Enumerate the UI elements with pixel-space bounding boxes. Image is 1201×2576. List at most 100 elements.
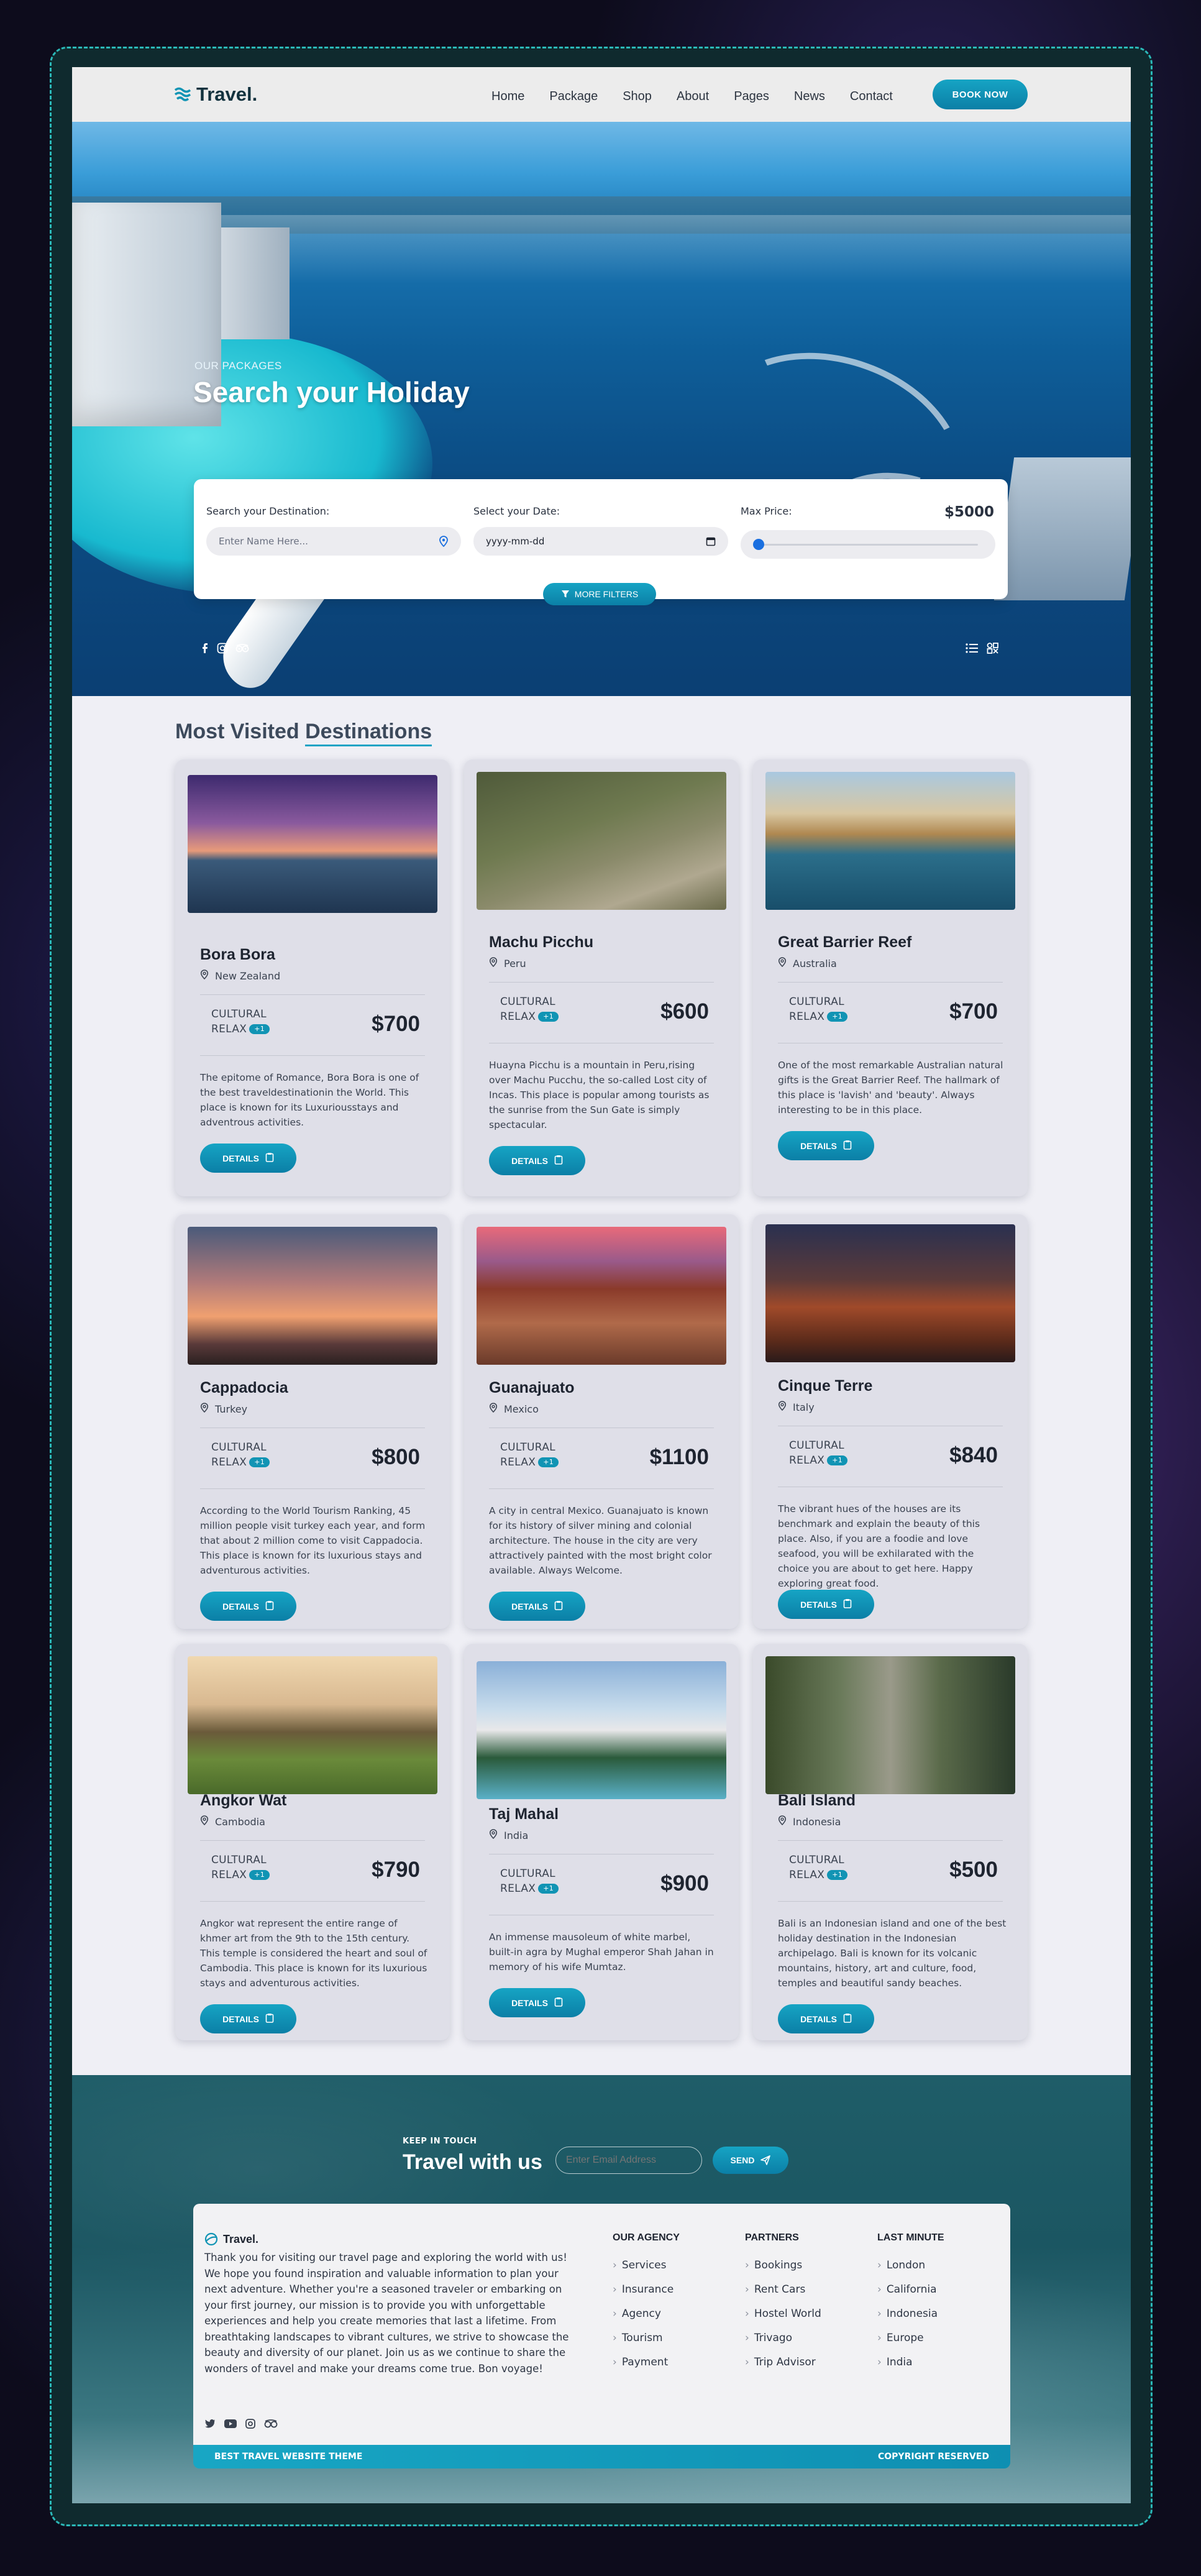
destination-description: According to the World Tourism Ranking, … [200, 1505, 426, 1576]
footer-link[interactable]: Rent Cars [745, 2278, 821, 2302]
destination-price: $900 [660, 1871, 709, 1895]
nav-home[interactable]: Home [479, 86, 537, 107]
footer-link[interactable]: Trip Advisor [745, 2350, 821, 2375]
destination-description: Huayna Picchu is a mountain in Peru,risi… [489, 1060, 710, 1130]
map-pin-icon [200, 1815, 209, 1828]
brand-logo[interactable]: Travel. [174, 83, 257, 106]
destination-image[interactable] [765, 1656, 1015, 1794]
footer-link[interactable]: California [877, 2278, 944, 2302]
email-input[interactable] [555, 2147, 702, 2174]
divider [200, 1901, 425, 1902]
details-button[interactable]: DETAILS [778, 1131, 874, 1160]
details-button[interactable]: DETAILS [489, 1592, 585, 1621]
nav-pages[interactable]: Pages [721, 86, 782, 107]
footer-link[interactable]: Services [613, 2253, 680, 2278]
nav-shop[interactable]: Shop [610, 86, 664, 107]
destination-input[interactable]: Enter Name Here... [206, 527, 461, 556]
destination-placeholder: Enter Name Here... [219, 536, 308, 547]
footer-link[interactable]: Indonesia [877, 2302, 944, 2326]
destination-location: India [489, 1829, 528, 1841]
destination-image[interactable] [477, 1227, 726, 1365]
price-value: $5000 [944, 504, 994, 520]
category-more-badge[interactable]: +1 [538, 1457, 559, 1467]
category-more-badge[interactable]: +1 [249, 1024, 270, 1034]
nav-news[interactable]: News [782, 86, 838, 107]
map-pin-icon [778, 957, 787, 969]
category-more-badge[interactable]: +1 [538, 1884, 559, 1894]
destination-price: $1100 [649, 1445, 709, 1469]
details-button[interactable]: DETAILS [778, 1590, 874, 1619]
destination-image[interactable] [477, 1661, 726, 1799]
destination-image[interactable] [188, 775, 437, 913]
footer-link[interactable]: Trivago [745, 2326, 821, 2350]
details-button[interactable]: DETAILS [778, 2004, 874, 2033]
category-relax: RELAX [500, 1011, 536, 1023]
footer-link[interactable]: Tourism [613, 2326, 680, 2350]
globe-logo-icon [204, 2232, 218, 2246]
section-title-prefix: Most Visited [175, 720, 306, 743]
category-more-badge[interactable]: +1 [249, 1457, 270, 1467]
clipboard-icon [554, 1600, 563, 1612]
book-now-button[interactable]: BOOK NOW [933, 80, 1028, 109]
destination-card: Bora Bora New Zealand CULTURAL RELAX +1 $700 T… [175, 759, 450, 1196]
nav-about[interactable]: About [664, 86, 721, 107]
destination-image[interactable] [477, 772, 726, 910]
price-slider[interactable] [741, 530, 995, 559]
destination-image[interactable] [765, 772, 1015, 910]
destination-field-group: Search your Destination: Enter Name Here… [206, 505, 461, 556]
category-more-badge[interactable]: +1 [538, 1012, 559, 1022]
nav-contact[interactable]: Contact [838, 86, 905, 107]
slider-thumb[interactable] [753, 539, 764, 550]
footer-link[interactable]: London [877, 2253, 944, 2278]
more-filters-button[interactable]: MORE FILTERS [543, 583, 656, 605]
details-button[interactable]: DETAILS [489, 1988, 585, 2017]
footer-link[interactable]: Insurance [613, 2278, 680, 2302]
details-button[interactable]: DETAILS [200, 1144, 296, 1173]
calendar-icon [706, 537, 716, 546]
filter-icon [561, 590, 569, 598]
instagram-icon[interactable] [245, 2419, 255, 2431]
date-input[interactable]: yyyy-mm-dd [473, 527, 728, 556]
footer-link[interactable]: Europe [877, 2326, 944, 2350]
paper-plane-icon [760, 2155, 771, 2165]
destination-location: New Zealand [200, 969, 280, 982]
youtube-icon[interactable] [224, 2419, 237, 2431]
footer-link[interactable]: Hostel World [745, 2302, 821, 2326]
category-more-badge[interactable]: +1 [827, 1870, 848, 1880]
send-button[interactable]: SEND [713, 2147, 788, 2174]
tripadvisor-icon[interactable] [235, 643, 249, 654]
clipboard-icon [554, 1155, 563, 1167]
category-more-badge[interactable]: +1 [827, 1455, 848, 1465]
twitter-icon[interactable] [204, 2419, 216, 2431]
destination-price: $600 [660, 999, 709, 1024]
destination-name: Bora Bora [200, 946, 275, 963]
details-button[interactable]: DETAILS [200, 1592, 296, 1621]
newsletter-kicker: KEEP IN TOUCH [403, 2137, 477, 2146]
instagram-icon[interactable] [217, 643, 228, 654]
destination-image[interactable] [188, 1227, 437, 1365]
facebook-icon[interactable] [201, 643, 209, 654]
destination-image[interactable] [188, 1656, 437, 1794]
category-more-badge[interactable]: +1 [827, 1012, 848, 1022]
footer-link[interactable]: Bookings [745, 2253, 821, 2278]
tripadvisor-icon[interactable] [264, 2419, 278, 2431]
details-button[interactable]: DETAILS [200, 2004, 296, 2033]
divider [200, 1840, 425, 1841]
footer-link[interactable]: Agency [613, 2302, 680, 2326]
list-view-icon[interactable] [966, 643, 978, 654]
footer-brand[interactable]: Travel. [204, 2232, 258, 2246]
footer-link[interactable]: Payment [613, 2350, 680, 2375]
footer-link[interactable]: India [877, 2350, 944, 2375]
category-more-badge[interactable]: +1 [249, 1870, 270, 1880]
details-label: DETAILS [511, 1997, 548, 2008]
destination-price: $800 [372, 1445, 420, 1469]
destination-image[interactable] [765, 1224, 1015, 1362]
details-button[interactable]: DETAILS [489, 1146, 585, 1175]
grid-view-icon[interactable] [987, 643, 999, 654]
category-relax: RELAX [789, 1869, 825, 1881]
destination-name: Angkor Wat [200, 1792, 287, 1809]
footer-bar-left: BEST TRAVEL WEBSITE THEME [214, 2452, 363, 2462]
nav-package[interactable]: Package [537, 86, 610, 107]
details-label: DETAILS [511, 1601, 548, 1611]
details-label: DETAILS [222, 2014, 259, 2024]
